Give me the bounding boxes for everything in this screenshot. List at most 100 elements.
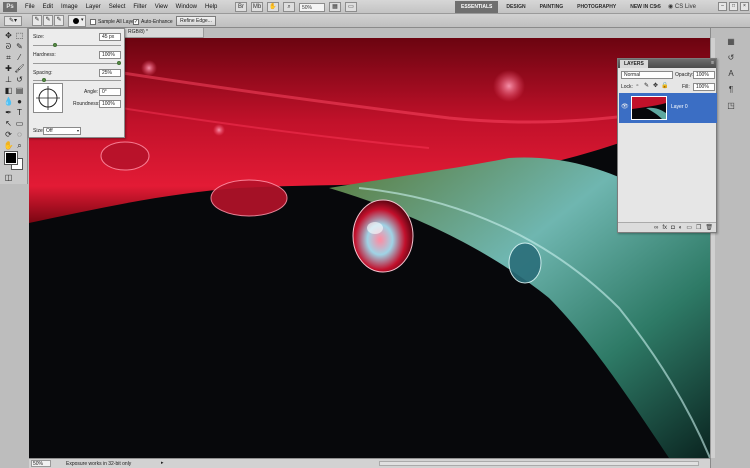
marquee-tool-icon[interactable]: ⬚	[14, 30, 25, 41]
lock-all-icon[interactable]: 🔒	[661, 83, 668, 90]
workspace-painting[interactable]: PAINTING	[534, 1, 570, 13]
screen-mode-icon[interactable]: ▭	[345, 2, 357, 12]
subtract-from-selection-icon[interactable]: ✎	[54, 15, 64, 26]
size-slider-knob[interactable]	[53, 43, 57, 47]
close-icon[interactable]: ×	[740, 2, 749, 11]
spacing-field[interactable]: 25%	[99, 69, 121, 77]
type-tool-icon[interactable]: T	[14, 107, 25, 118]
add-to-selection-icon[interactable]: ✎	[43, 15, 53, 26]
path-selection-tool-icon[interactable]: ↖	[3, 118, 14, 129]
hand-icon[interactable]: ✋	[267, 2, 279, 12]
lock-position-icon[interactable]: ✥	[652, 83, 659, 90]
shape-tool-icon[interactable]: ▭	[14, 118, 25, 129]
workspace-photography[interactable]: PHOTOGRAPHY	[571, 1, 622, 13]
minibridge-icon[interactable]: Mb	[251, 2, 263, 12]
sample-all-layers-option[interactable]: Sample All Layers	[90, 17, 138, 26]
size-slider[interactable]	[33, 45, 121, 46]
zoom-tool-icon[interactable]: ⌕	[14, 140, 25, 151]
brush-tool-icon[interactable]: 🖌	[14, 63, 25, 74]
healing-brush-tool-icon[interactable]: ✚	[3, 63, 14, 74]
refine-edge-button[interactable]: Refine Edge...	[176, 16, 216, 26]
document-tab[interactable]: RGB/8) *	[124, 28, 204, 38]
angle-field[interactable]: 0°	[99, 88, 121, 96]
foreground-color-swatch[interactable]	[4, 151, 18, 165]
dodge-tool-icon[interactable]: ●	[14, 96, 25, 107]
spacing-slider-knob[interactable]	[42, 78, 46, 82]
paragraph-icon[interactable]: ¶	[724, 84, 738, 96]
history-icon[interactable]: ↺	[724, 52, 738, 64]
pen-tool-icon[interactable]: ✒	[3, 107, 14, 118]
quick-mask-icon[interactable]: ◫	[3, 172, 14, 183]
gradient-tool-icon[interactable]: ▤	[14, 85, 25, 96]
hardness-slider[interactable]	[33, 63, 121, 64]
status-zoom-field[interactable]: 50%	[31, 460, 51, 467]
menu-help[interactable]: Help	[201, 0, 221, 14]
hardness-field[interactable]: 100%	[99, 51, 121, 59]
layer-style-icon[interactable]: fx	[662, 224, 667, 232]
fill-field[interactable]: 100%	[693, 83, 715, 91]
navigator-icon[interactable]: ◳	[724, 100, 738, 112]
opacity-field[interactable]: 100%	[693, 71, 715, 79]
history-brush-tool-icon[interactable]: ↺	[14, 74, 25, 85]
workspace-essentials[interactable]: ESSENTIALS	[455, 1, 499, 13]
menu-edit[interactable]: Edit	[39, 0, 57, 14]
layer-mask-icon[interactable]: ◘	[671, 224, 675, 232]
hardness-slider-knob[interactable]	[117, 61, 121, 65]
layers-tab[interactable]: LAYERS	[620, 60, 648, 68]
lock-transparency-icon[interactable]: ▫	[634, 83, 641, 90]
new-layer-icon[interactable]: ❐	[696, 224, 701, 232]
cs-live-button[interactable]: ◉ CS Live	[668, 1, 696, 13]
angle-roundness-preview[interactable]	[33, 83, 63, 113]
chevron-right-icon[interactable]: ▸	[161, 460, 164, 466]
3d-rotate-tool-icon[interactable]: ⟳	[3, 129, 14, 140]
menu-window[interactable]: Window	[172, 0, 201, 14]
auto-enhance-option[interactable]: ✓ Auto-Enhance	[133, 17, 173, 26]
lasso-tool-icon[interactable]: ᘐ	[3, 41, 14, 52]
menu-filter[interactable]: Filter	[129, 0, 150, 14]
panel-menu-icon[interactable]: ≡	[711, 60, 714, 66]
eyedropper-tool-icon[interactable]: ⁄	[14, 52, 25, 63]
crop-tool-icon[interactable]: ⌗	[3, 52, 14, 63]
brush-picker-button[interactable]: ▾	[68, 15, 86, 27]
menu-image[interactable]: Image	[57, 0, 82, 14]
3d-orbit-tool-icon[interactable]: ◌	[14, 129, 25, 140]
maximize-icon[interactable]: □	[729, 2, 738, 11]
workspace-menu-icon[interactable]: »	[653, 2, 661, 12]
auto-enhance-checkbox[interactable]: ✓	[133, 18, 139, 25]
eraser-tool-icon[interactable]: ◧	[3, 85, 14, 96]
menu-view[interactable]: View	[151, 0, 172, 14]
lock-image-icon[interactable]: ✎	[643, 83, 650, 90]
size-mode-select[interactable]: Off ▾	[43, 127, 81, 135]
link-layers-icon[interactable]: ∞	[654, 224, 658, 232]
workspace-design[interactable]: DESIGN	[500, 1, 531, 13]
new-selection-icon[interactable]: ✎	[32, 15, 42, 26]
horizontal-scrollbar[interactable]	[379, 461, 699, 466]
minimize-icon[interactable]: –	[718, 2, 727, 11]
eye-icon[interactable]: 👁	[621, 103, 629, 111]
character-icon[interactable]: A	[724, 68, 738, 80]
document-canvas[interactable]	[29, 38, 710, 458]
blur-tool-icon[interactable]: 💧	[3, 96, 14, 107]
clone-stamp-tool-icon[interactable]: ⊥	[3, 74, 14, 85]
menu-layer[interactable]: Layer	[82, 0, 105, 14]
size-field[interactable]: 45 px	[99, 33, 121, 41]
zoom-level-field[interactable]: 50%	[299, 2, 325, 12]
quick-selection-tool-icon[interactable]: ✎	[14, 41, 25, 52]
zoom-icon[interactable]: ⌕	[283, 2, 295, 12]
arrange-documents-icon[interactable]: ▦	[329, 2, 341, 12]
mini-bridge-icon[interactable]: ▦	[724, 36, 738, 48]
layer-name[interactable]: Layer 0	[671, 104, 688, 110]
layer-row[interactable]: 👁 Layer 0	[619, 93, 717, 123]
hand-tool-icon[interactable]: ✋	[3, 140, 14, 151]
adjustment-layer-icon[interactable]: ◐	[679, 224, 683, 232]
delete-layer-icon[interactable]: 🗑	[705, 224, 713, 232]
menu-select[interactable]: Select	[105, 0, 130, 14]
bridge-icon[interactable]: Br	[235, 2, 247, 12]
new-group-icon[interactable]: ▭	[686, 224, 692, 232]
sample-all-layers-checkbox[interactable]	[90, 18, 96, 25]
roundness-field[interactable]: 100%	[99, 100, 121, 108]
blend-mode-select[interactable]: Normal	[621, 71, 673, 79]
tool-preset-picker[interactable]: ✎▾	[4, 16, 22, 26]
menu-file[interactable]: File	[21, 0, 39, 14]
move-tool-icon[interactable]: ✥	[3, 30, 14, 41]
